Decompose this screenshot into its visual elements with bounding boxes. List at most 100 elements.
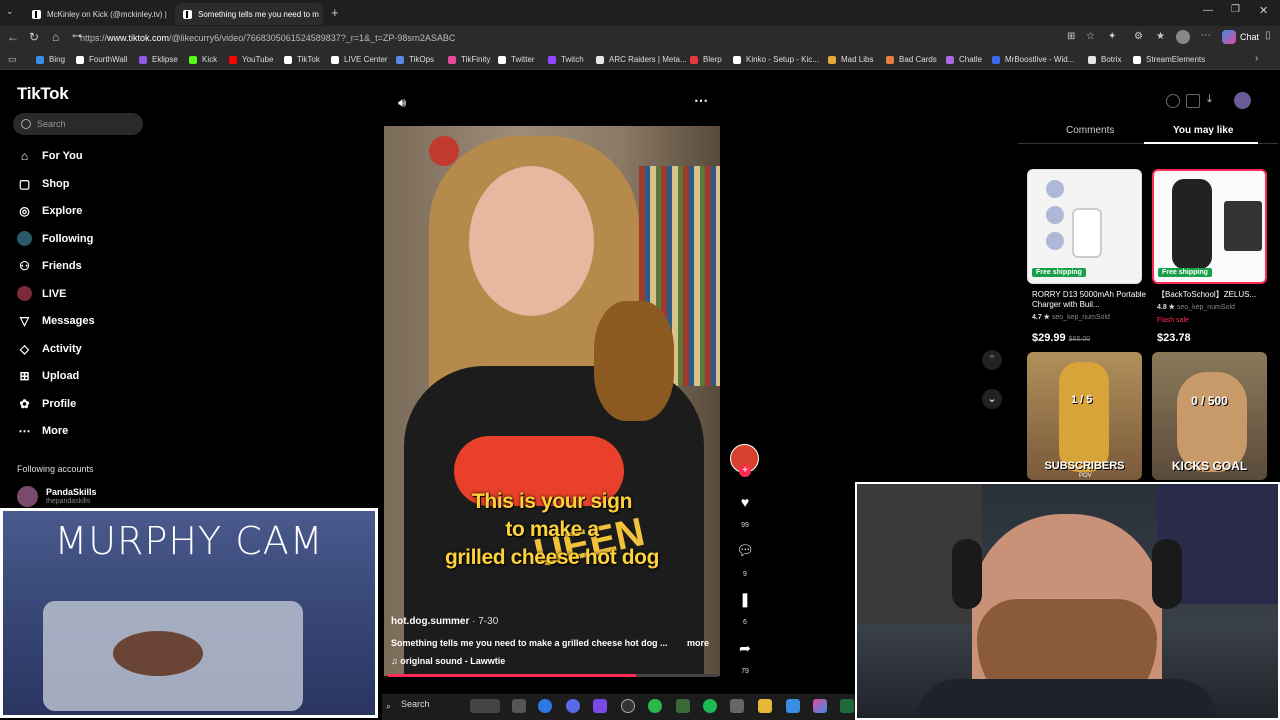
tab-close-icon[interactable]: ✕ — [319, 9, 323, 20]
taskbar-search[interactable]: Search — [401, 699, 430, 709]
profile-avatar[interactable] — [1176, 30, 1190, 44]
bookmark-icon[interactable]: ❚ — [735, 591, 755, 611]
bookmark-item[interactable]: Chatle — [946, 50, 982, 70]
sidebar-item-profile[interactable]: ✿ Profile — [17, 394, 76, 414]
sidebar-item-more[interactable]: ⋯ More — [17, 421, 69, 441]
mobile-icon[interactable] — [1186, 94, 1200, 108]
browser-menu-icon[interactable]: ⋯ — [1201, 30, 1211, 41]
tab-list-chevron-icon[interactable]: ⌄ — [6, 6, 14, 17]
sidebar-item-live[interactable]: ● LIVE — [17, 284, 66, 304]
tool-icon-1[interactable] — [1166, 94, 1180, 108]
extensions-puzzle-icon[interactable]: ⚙ — [1134, 31, 1143, 42]
like-heart-icon[interactable]: ♥ — [735, 494, 755, 514]
bookmark-item[interactable]: StreamElements — [1133, 50, 1205, 70]
video-sound[interactable]: ♫ original sound - Lawwtie — [391, 656, 505, 666]
bookmark-item[interactable]: ARC Raiders | Meta... — [596, 50, 687, 70]
bookmark-item[interactable]: TikOps — [396, 50, 434, 70]
extension-icon[interactable]: ✦ — [1108, 31, 1116, 42]
address-bar-url[interactable]: https://www.tiktok.com/@likecurry6/video… — [80, 29, 1080, 47]
search-input[interactable]: Search — [13, 113, 143, 135]
bookmark-item[interactable]: Kick — [189, 50, 217, 70]
user-avatar[interactable] — [1234, 92, 1251, 109]
favorite-star-icon[interactable]: ☆ — [1086, 31, 1095, 42]
copilot-icon[interactable] — [1222, 30, 1236, 44]
file-explorer-icon[interactable] — [758, 699, 772, 713]
volume-icon[interactable]: 🔊︎ — [398, 95, 406, 111]
product-card-image[interactable]: Free shipping — [1027, 169, 1142, 284]
xbox-icon[interactable] — [648, 699, 662, 713]
video-progress-bar[interactable] — [388, 674, 718, 677]
product-title[interactable]: RORRY D13 5000mAh Portable Charger with … — [1032, 290, 1148, 310]
sidebar-item-following[interactable]: ● Following — [17, 229, 93, 249]
browser-tab-tiktok[interactable]: Something tells me you need to m ✕ — [175, 3, 323, 25]
sidebar-item-messages[interactable]: ▽ Messages — [17, 311, 95, 331]
app-icon[interactable] — [813, 699, 827, 713]
obs-icon[interactable] — [621, 699, 635, 713]
app-icon[interactable] — [730, 699, 744, 713]
recommended-video-thumbnail[interactable]: 0 / 500 KICKS GOAL — [1152, 352, 1267, 480]
bookmark-item[interactable]: Blerp — [690, 50, 722, 70]
taskbar-search-icon[interactable]: ⌕ — [386, 701, 391, 712]
sidebar-item-friends[interactable]: ⚇ Friends — [17, 256, 82, 276]
bookmark-item[interactable]: Mad Libs — [828, 50, 873, 70]
product-card-image[interactable]: Free shipping — [1152, 169, 1267, 284]
task-view-icon[interactable] — [512, 699, 526, 713]
new-tab-icon[interactable]: + — [331, 5, 339, 20]
browser-tab-kick[interactable]: McKinley on Kick (@mckinley.tv) | ✕ — [24, 3, 174, 25]
comment-icon[interactable]: 💬︎ — [735, 542, 755, 562]
bookmark-item[interactable]: FourthWall — [76, 50, 127, 70]
tab-you-may-like[interactable]: You may like — [1173, 125, 1233, 136]
sidebar-toggle-icon[interactable]: ▯ — [1265, 30, 1271, 41]
bookmark-item[interactable]: LIVE Center — [331, 50, 388, 70]
avatar[interactable] — [17, 486, 38, 507]
bookmark-item[interactable]: Bing — [36, 50, 65, 70]
bookmark-item[interactable]: TikFinity — [448, 50, 490, 70]
edge-browser-icon[interactable] — [538, 699, 552, 713]
more-link[interactable]: more — [687, 638, 709, 648]
download-icon[interactable]: ⤓ — [1207, 93, 1212, 106]
bookmark-item[interactable]: MrBoostlive - Wid... — [992, 50, 1074, 70]
app-grid-icon[interactable] — [593, 699, 607, 713]
notepad-icon[interactable] — [786, 699, 800, 713]
follow-plus-icon[interactable]: + — [739, 465, 751, 477]
spotify-icon[interactable] — [703, 699, 717, 713]
tiktok-logo[interactable]: TikTok — [17, 84, 69, 104]
bookmarks-overflow-icon[interactable]: › — [1255, 53, 1258, 64]
next-video-icon[interactable]: ⌄ — [982, 389, 1002, 409]
bookmark-item[interactable]: TikTok — [284, 50, 320, 70]
sidebar-item-explore[interactable]: ◎ Explore — [17, 201, 82, 221]
close-window-icon[interactable]: ✕ — [1259, 4, 1268, 17]
bookmark-item[interactable]: Bad Cards — [886, 50, 937, 70]
minimize-icon[interactable]: — — [1203, 5, 1213, 16]
tab-close-icon[interactable]: ✕ — [167, 9, 174, 20]
bookmark-item[interactable]: Kinko - Setup - Kic... — [733, 50, 819, 70]
home-button-icon[interactable]: ⌂ — [52, 30, 59, 44]
video-author[interactable]: hot.dog.summer · 7-30 — [391, 616, 498, 627]
bookmark-item[interactable]: Botrix — [1088, 50, 1121, 70]
bookmarks-folder-icon[interactable]: ▭ — [8, 54, 17, 65]
reload-icon[interactable]: ↻ — [29, 30, 39, 44]
excel-icon[interactable] — [840, 699, 854, 713]
bookmark-item[interactable]: Twitter — [498, 50, 535, 70]
recommended-video-thumbnail[interactable]: 1 / 5 SUBSCRIBERS POV — [1027, 352, 1142, 480]
tab-comments[interactable]: Comments — [1066, 125, 1114, 136]
app-available-icon[interactable]: ⊞ — [1067, 31, 1075, 42]
video-options-icon[interactable]: ⋯ — [694, 92, 708, 109]
product-title[interactable]: 【BackToSchool】ZELUS... — [1157, 290, 1273, 300]
sidebar-item-shop[interactable]: ▢ Shop — [17, 174, 70, 194]
bookmark-item[interactable]: Twitch — [548, 50, 584, 70]
maximize-icon[interactable]: ❐ — [1231, 4, 1240, 15]
share-icon[interactable]: ➦ — [735, 640, 755, 660]
sidebar-item-upload[interactable]: ⊞ Upload — [17, 366, 79, 386]
bookmark-item[interactable]: YouTube — [229, 50, 273, 70]
favorites-icon[interactable]: ★ — [1156, 31, 1165, 42]
sidebar-item-for-you[interactable]: ⌂ For You — [17, 146, 83, 166]
discord-icon[interactable] — [566, 699, 580, 713]
previous-video-icon[interactable]: ⌃ — [982, 350, 1002, 370]
app-icon[interactable] — [676, 699, 690, 713]
bookmark-item[interactable]: Eklipse — [139, 50, 178, 70]
sidebar-item-activity[interactable]: ◇ Activity — [17, 339, 82, 359]
back-icon[interactable]: ← — [7, 30, 19, 44]
video-player[interactable]: UEEN — [384, 126, 720, 676]
taskbar-widget-icon[interactable] — [470, 699, 500, 713]
